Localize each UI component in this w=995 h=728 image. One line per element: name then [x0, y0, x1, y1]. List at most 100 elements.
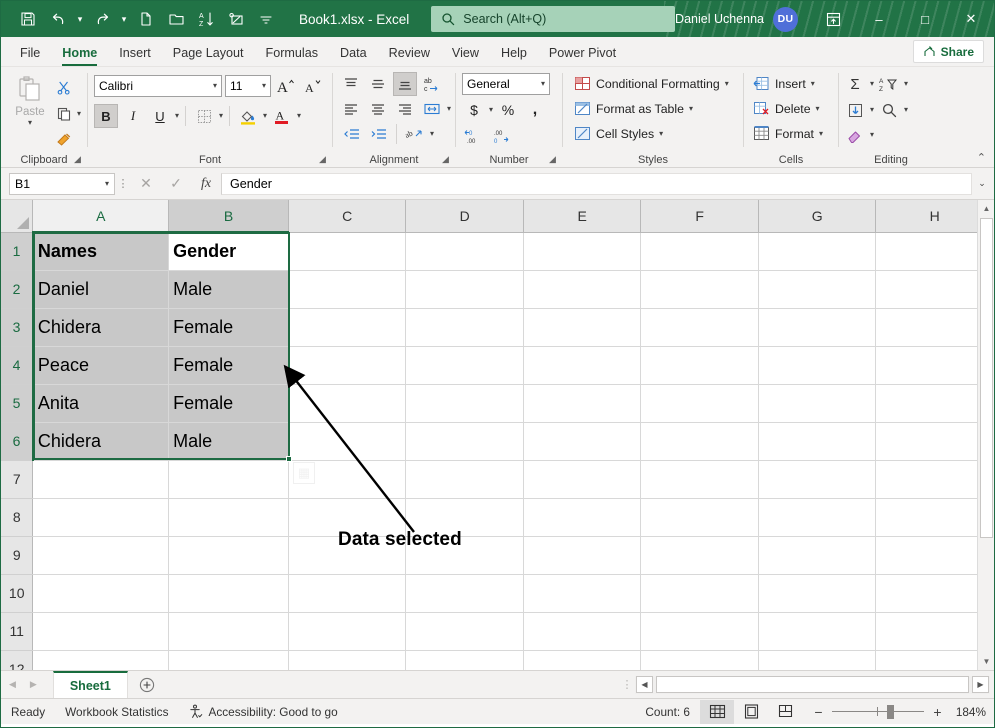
italic-button[interactable]: I: [121, 104, 145, 128]
clear-chevron-down-icon[interactable]: ▾: [870, 131, 874, 139]
delete-cells-chevron-down-icon[interactable]: ▾: [816, 105, 820, 113]
vertical-scroll-thumb[interactable]: [980, 218, 993, 538]
cell-b11[interactable]: [169, 612, 289, 650]
copy-chevron-down-icon[interactable]: ▾: [77, 110, 81, 118]
row-header-12[interactable]: 12: [1, 650, 33, 670]
cell-f11[interactable]: [641, 612, 759, 650]
cell-f12[interactable]: [641, 650, 759, 670]
cell-e7[interactable]: [523, 460, 641, 498]
wrap-text-button[interactable]: abc: [420, 72, 444, 96]
sort-filter-button[interactable]: AZ: [877, 72, 901, 96]
font-color-chevron-down-icon[interactable]: ▾: [297, 112, 301, 120]
page-layout-view-button[interactable]: [734, 700, 768, 724]
number-format-chevron-down-icon[interactable]: ▾: [541, 80, 545, 88]
cell-g8[interactable]: [758, 498, 876, 536]
add-sheet-button[interactable]: [128, 671, 166, 698]
find-select-chevron-down-icon[interactable]: ▾: [904, 106, 908, 114]
cell-g3[interactable]: [758, 308, 876, 346]
redo-dropdown-chevron-down-icon[interactable]: ▾: [117, 5, 131, 33]
number-dialog-launcher-icon[interactable]: ◢: [547, 155, 558, 166]
cell-c5[interactable]: [288, 384, 406, 422]
cell-a11[interactable]: [33, 612, 169, 650]
comma-format-button[interactable]: ,: [523, 98, 547, 122]
column-header-a[interactable]: A: [33, 200, 169, 232]
cell-h11[interactable]: [876, 612, 994, 650]
cell-e8[interactable]: [523, 498, 641, 536]
cell-styles-button[interactable]: Cell Styles ▾: [571, 122, 666, 145]
cell-b7[interactable]: [169, 460, 289, 498]
ribbon-display-options-icon[interactable]: [810, 1, 856, 37]
cell-g12[interactable]: [758, 650, 876, 670]
row-header-3[interactable]: 3: [1, 308, 33, 346]
align-left-button[interactable]: [339, 97, 363, 121]
cell-styles-chevron-down-icon[interactable]: ▾: [659, 130, 663, 138]
column-header-b[interactable]: B: [169, 200, 289, 232]
font-size-combobox[interactable]: 11 ▾: [225, 75, 271, 97]
cell-b1[interactable]: Gender: [169, 232, 289, 270]
cell-d3[interactable]: [406, 308, 524, 346]
decrease-indent-button[interactable]: [339, 122, 363, 146]
normal-view-button[interactable]: [700, 700, 734, 724]
column-header-f[interactable]: F: [641, 200, 759, 232]
search-box[interactable]: Search (Alt+Q): [431, 6, 675, 32]
confirm-entry-icon[interactable]: ✓: [161, 172, 191, 196]
copy-button[interactable]: ▾: [53, 102, 81, 125]
cell-d11[interactable]: [406, 612, 524, 650]
cell-h10[interactable]: [876, 574, 994, 612]
increase-indent-button[interactable]: [366, 122, 390, 146]
cell-e2[interactable]: [523, 270, 641, 308]
cell-c4[interactable]: [288, 346, 406, 384]
cell-a8[interactable]: [33, 498, 169, 536]
number-format-combobox[interactable]: General ▾: [462, 73, 550, 95]
column-header-h[interactable]: H: [876, 200, 994, 232]
autosum-chevron-down-icon[interactable]: ▾: [870, 80, 874, 88]
cell-h8[interactable]: [876, 498, 994, 536]
cell-b10[interactable]: [169, 574, 289, 612]
cell-g7[interactable]: [758, 460, 876, 498]
cell-h1[interactable]: [876, 232, 994, 270]
next-sheet-arrow-icon[interactable]: ▶: [30, 679, 37, 690]
merge-center-button[interactable]: [420, 97, 444, 121]
name-box-chevron-down-icon[interactable]: ▾: [105, 180, 109, 188]
zoom-in-button[interactable]: +: [931, 704, 944, 720]
minimize-button[interactable]: –: [856, 1, 902, 37]
format-cells-button[interactable]: Format ▾: [750, 122, 826, 145]
touch-draw-icon[interactable]: [221, 5, 251, 33]
decrease-decimal-button[interactable]: .000: [489, 124, 513, 148]
scroll-right-arrow-icon[interactable]: ▶: [972, 676, 989, 693]
tab-help[interactable]: Help: [490, 47, 538, 66]
conditional-formatting-chevron-down-icon[interactable]: ▾: [725, 80, 729, 88]
orientation-chevron-down-icon[interactable]: ▾: [430, 130, 434, 138]
share-button[interactable]: Share: [913, 40, 984, 63]
cell-f5[interactable]: [641, 384, 759, 422]
zoom-level-label[interactable]: 184%: [950, 705, 994, 719]
cell-f4[interactable]: [641, 346, 759, 384]
cell-g6[interactable]: [758, 422, 876, 460]
cell-g1[interactable]: [758, 232, 876, 270]
cell-f2[interactable]: [641, 270, 759, 308]
undo-dropdown-chevron-down-icon[interactable]: ▾: [73, 5, 87, 33]
zoom-slider-thumb[interactable]: [887, 705, 894, 719]
cell-f7[interactable]: [641, 460, 759, 498]
fill-color-button[interactable]: [236, 104, 260, 128]
new-file-icon[interactable]: [131, 5, 161, 33]
delete-cells-button[interactable]: Delete ▾: [750, 97, 823, 120]
shrink-font-button[interactable]: A: [301, 74, 325, 98]
bottom-align-button[interactable]: [393, 72, 417, 96]
accessibility-status-button[interactable]: Accessibility: Good to go: [178, 704, 347, 719]
horizontal-scrollbar[interactable]: ◀ ▶: [635, 676, 990, 694]
format-as-table-chevron-down-icon[interactable]: ▾: [689, 105, 693, 113]
fill-color-chevron-down-icon[interactable]: ▾: [263, 112, 267, 120]
column-header-e[interactable]: E: [523, 200, 641, 232]
cell-c10[interactable]: [288, 574, 406, 612]
format-cells-chevron-down-icon[interactable]: ▾: [819, 130, 823, 138]
grow-font-button[interactable]: A: [274, 74, 298, 98]
row-header-4[interactable]: 4: [1, 346, 33, 384]
underline-button[interactable]: U: [148, 104, 172, 128]
close-button[interactable]: ✕: [948, 1, 994, 37]
tab-review[interactable]: Review: [378, 47, 441, 66]
expand-formula-bar-chevron-down-icon[interactable]: ⌄: [974, 178, 990, 189]
row-header-1[interactable]: 1: [1, 232, 33, 270]
select-all-button[interactable]: [1, 200, 33, 232]
column-header-c[interactable]: C: [288, 200, 406, 232]
